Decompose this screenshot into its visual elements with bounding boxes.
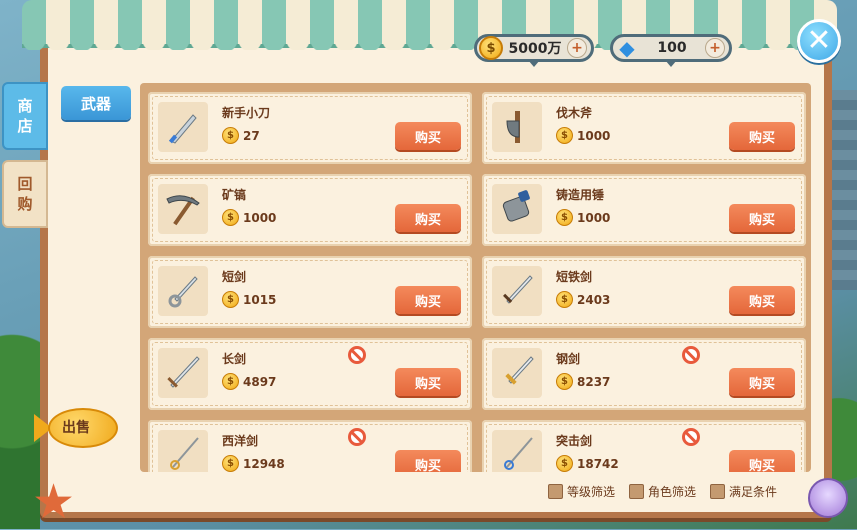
item-card: 矿镐 $ 1000 购买 xyxy=(148,174,472,246)
hammer-icon xyxy=(492,184,542,234)
starfish-icon: ★ xyxy=(32,474,76,530)
iron-short-sword-icon xyxy=(492,266,542,316)
locked-icon xyxy=(348,346,366,364)
item-price: 27 xyxy=(243,129,260,143)
shell-icon xyxy=(808,478,848,518)
item-price: 1000 xyxy=(577,211,611,225)
buy-button[interactable]: 购买 xyxy=(729,450,795,472)
short-sword-icon xyxy=(158,266,208,316)
item-price: 1000 xyxy=(243,211,277,225)
item-price: 2403 xyxy=(577,293,611,307)
currency-pointer xyxy=(665,60,677,67)
knife-icon xyxy=(158,102,208,152)
item-price: 8237 xyxy=(577,375,611,389)
coin-icon: $ xyxy=(556,127,573,144)
item-card: 伐木斧 $ 1000 购买 xyxy=(482,92,806,164)
item-name: 短剑 xyxy=(222,270,247,284)
locked-icon xyxy=(682,428,700,446)
item-price: 12948 xyxy=(243,457,285,471)
buy-button[interactable]: 购买 xyxy=(395,286,461,314)
item-card: 新手小刀 $ 27 购买 xyxy=(148,92,472,164)
buy-button[interactable]: 购买 xyxy=(395,450,461,472)
coin-icon: $ xyxy=(556,291,573,308)
tab-buyback[interactable]: 回 购 xyxy=(2,160,48,228)
role-filter-checkbox[interactable] xyxy=(629,484,645,499)
sell-label: 出售 xyxy=(62,420,90,436)
diamond-icon: ◆ xyxy=(619,36,635,60)
item-price: 18742 xyxy=(577,457,619,471)
filter-meets-conditions[interactable]: 满足条件 xyxy=(710,483,777,500)
buy-button[interactable]: 购买 xyxy=(729,122,795,150)
buy-button[interactable]: 购买 xyxy=(729,286,795,314)
item-name: 矿镐 xyxy=(222,188,247,202)
filter-level[interactable]: 等级筛选 xyxy=(548,483,615,500)
item-price: 1000 xyxy=(577,129,611,143)
gold-currency: $ 5000万 + xyxy=(474,34,594,67)
buy-button[interactable]: 购买 xyxy=(729,204,795,232)
long-sword-icon xyxy=(158,348,208,398)
item-name: 西洋剑 xyxy=(222,434,259,448)
axe-icon xyxy=(492,102,542,152)
tab-shop[interactable]: 商 店 xyxy=(2,82,48,150)
item-name: 钢剑 xyxy=(556,352,581,366)
rapier-icon xyxy=(158,430,208,472)
locked-icon xyxy=(682,346,700,364)
tab-shop-label: 商 店 xyxy=(17,97,33,135)
item-name: 伐木斧 xyxy=(556,106,593,120)
conditions-filter-checkbox[interactable] xyxy=(710,484,726,499)
coin-icon: $ xyxy=(556,209,573,226)
level-filter-checkbox[interactable] xyxy=(548,484,563,499)
coin-icon: $ xyxy=(556,455,573,472)
filter-label: 角色筛选 xyxy=(648,485,697,499)
coin-icon: $ xyxy=(222,373,239,390)
item-card: 短剑 $ 1015 购买 xyxy=(148,256,472,328)
gem-currency: ◆ 100 + xyxy=(610,34,732,67)
item-card: 西洋剑 $ 12948 购买 xyxy=(148,420,472,472)
pickaxe-icon xyxy=(158,184,208,234)
coin-icon: $ xyxy=(222,209,239,226)
item-name: 新手小刀 xyxy=(222,106,271,120)
coin-icon: $ xyxy=(222,291,239,308)
buy-button[interactable]: 购买 xyxy=(395,368,461,396)
sell-button[interactable]: 出售 xyxy=(34,402,126,454)
steel-sword-icon xyxy=(492,348,542,398)
item-name: 铸造用锤 xyxy=(556,188,605,202)
gem-amount: 100 xyxy=(657,40,687,56)
coin-icon: $ xyxy=(222,455,239,472)
currency-pointer xyxy=(528,60,540,67)
item-name: 突击剑 xyxy=(556,434,593,448)
thrust-sword-icon xyxy=(492,430,542,472)
item-grid: 新手小刀 $ 27 购买 伐木斧 $ 1000 购买 矿镐 $ 1000 购买 xyxy=(148,92,806,472)
item-card: 钢剑 $ 8237 购买 xyxy=(482,338,806,410)
filter-label: 满足条件 xyxy=(729,485,778,499)
coin-icon: $ xyxy=(556,373,573,390)
filter-role[interactable]: 角色筛选 xyxy=(629,483,696,500)
add-gem-button[interactable]: + xyxy=(705,38,725,58)
item-name: 短铁剑 xyxy=(556,270,593,284)
item-price: 4897 xyxy=(243,375,277,389)
gold-amount: 5000万 xyxy=(508,41,562,57)
category-weapons-button[interactable]: 武器 xyxy=(61,86,131,120)
item-card: 铸造用锤 $ 1000 购买 xyxy=(482,174,806,246)
buy-button[interactable]: 购买 xyxy=(729,368,795,396)
item-name: 长剑 xyxy=(222,352,247,366)
coin-icon: $ xyxy=(222,127,239,144)
close-button[interactable]: ✕ xyxy=(797,19,841,63)
item-price: 1015 xyxy=(243,293,277,307)
filter-bar: 等级筛选 角色筛选 满足条件 xyxy=(548,483,777,500)
item-grid-container[interactable]: 新手小刀 $ 27 购买 伐木斧 $ 1000 购买 矿镐 $ 1000 购买 xyxy=(140,83,811,472)
buy-button[interactable]: 购买 xyxy=(395,204,461,232)
add-gold-button[interactable]: + xyxy=(567,38,587,58)
tab-buyback-label: 回 购 xyxy=(17,175,33,213)
close-icon: ✕ xyxy=(806,23,832,58)
item-card: 长剑 $ 4897 购买 xyxy=(148,338,472,410)
item-card: 突击剑 $ 18742 购买 xyxy=(482,420,806,472)
filter-label: 等级筛选 xyxy=(567,485,616,499)
locked-icon xyxy=(348,428,366,446)
item-card: 短铁剑 $ 2403 购买 xyxy=(482,256,806,328)
coin-icon: $ xyxy=(479,36,503,60)
buy-button[interactable]: 购买 xyxy=(395,122,461,150)
